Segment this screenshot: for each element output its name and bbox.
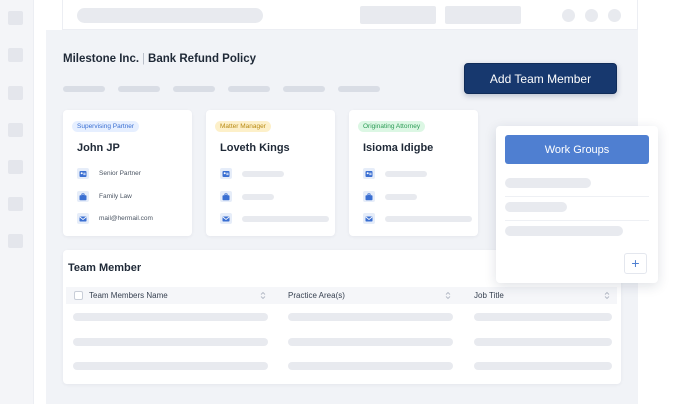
topbar-icon-2[interactable] bbox=[585, 9, 598, 22]
briefcase-icon bbox=[363, 191, 375, 202]
topbar-icon-3[interactable] bbox=[608, 9, 621, 22]
tab-placeholder-3[interactable] bbox=[173, 86, 215, 92]
person-email[interactable]: mail@hermail.com bbox=[99, 215, 153, 222]
placeholder-practice bbox=[385, 194, 417, 200]
column-header-job-title[interactable]: Job Title bbox=[474, 287, 504, 304]
contact-card-icon bbox=[77, 168, 89, 179]
column-header-practice[interactable]: Practice Area(s) bbox=[288, 287, 345, 304]
person-name: Loveth Kings bbox=[220, 142, 290, 154]
mail-icon bbox=[220, 213, 232, 224]
tab-placeholder-1[interactable] bbox=[63, 86, 105, 92]
tab-placeholder-4[interactable] bbox=[228, 86, 270, 92]
table-cell-placeholder bbox=[73, 313, 268, 321]
column-header-name[interactable]: Team Members Name bbox=[89, 287, 168, 304]
mail-icon bbox=[77, 213, 89, 224]
table-cell-placeholder bbox=[288, 313, 453, 321]
sidebar-item-1[interactable] bbox=[8, 11, 23, 25]
placeholder-title bbox=[385, 171, 427, 177]
person-title: Senior Partner bbox=[99, 170, 141, 177]
tab-placeholder-5[interactable] bbox=[283, 86, 325, 92]
sidebar-item-7[interactable] bbox=[8, 234, 23, 248]
plus-icon: + bbox=[631, 255, 640, 271]
sort-icon[interactable] bbox=[260, 291, 266, 300]
work-group-placeholder[interactable] bbox=[505, 226, 623, 236]
work-groups-panel: Work Groups + bbox=[496, 126, 658, 283]
table-header: Team Members Name Practice Area(s) Job T… bbox=[66, 287, 617, 304]
table-cell-placeholder bbox=[474, 313, 612, 321]
table-cell-placeholder bbox=[474, 362, 612, 370]
tab-placeholder-2[interactable] bbox=[118, 86, 160, 92]
placeholder-practice bbox=[242, 194, 274, 200]
sidebar-item-3[interactable] bbox=[8, 86, 23, 100]
sidebar-item-6[interactable] bbox=[8, 197, 23, 211]
person-name: John JP bbox=[77, 142, 120, 154]
work-group-placeholder[interactable] bbox=[505, 202, 567, 212]
table-cell-placeholder bbox=[474, 338, 612, 346]
placeholder-email bbox=[242, 216, 329, 222]
person-card-originating-attorney[interactable]: Originating Attorney Isioma Idigbe bbox=[349, 110, 478, 236]
topbar-button-2[interactable] bbox=[445, 6, 521, 24]
table-title: Team Member bbox=[68, 262, 142, 274]
title-separator: | bbox=[142, 53, 146, 65]
work-group-placeholder[interactable] bbox=[505, 178, 591, 188]
sort-icon[interactable] bbox=[445, 291, 451, 300]
briefcase-icon bbox=[220, 191, 232, 202]
topbar-button-1[interactable] bbox=[360, 6, 436, 24]
company-name: Milestone Inc. bbox=[63, 53, 140, 65]
add-team-member-button[interactable]: Add Team Member bbox=[464, 63, 617, 94]
app-page: Milestone Inc. | Bank Refund Policy Add Te… bbox=[0, 0, 680, 404]
work-groups-header[interactable]: Work Groups bbox=[505, 135, 649, 164]
table-cell-placeholder bbox=[73, 338, 268, 346]
person-name: Isioma Idigbe bbox=[363, 142, 434, 154]
add-work-group-button[interactable]: + bbox=[624, 253, 647, 274]
select-all-checkbox[interactable] bbox=[74, 291, 83, 300]
role-badge: Matter Manager bbox=[215, 121, 271, 132]
table-cell-placeholder bbox=[288, 338, 453, 346]
briefcase-icon bbox=[77, 191, 89, 202]
sidebar-rail bbox=[0, 0, 34, 404]
person-card-matter-manager[interactable]: Matter Manager Loveth Kings bbox=[206, 110, 335, 236]
search-input[interactable] bbox=[77, 8, 263, 23]
role-badge: Supervising Partner bbox=[72, 121, 140, 132]
role-badge: Originating Attorney bbox=[358, 121, 426, 132]
top-bar bbox=[62, 0, 638, 30]
policy-name: Bank Refund Policy bbox=[148, 53, 257, 65]
page-title: Milestone Inc. | Bank Refund Policy bbox=[63, 53, 256, 65]
sidebar-item-2[interactable] bbox=[8, 48, 23, 62]
sidebar-item-5[interactable] bbox=[8, 160, 23, 174]
tab-placeholder-6[interactable] bbox=[338, 86, 380, 92]
table-cell-placeholder bbox=[73, 362, 268, 370]
divider bbox=[505, 220, 649, 221]
placeholder-email bbox=[385, 216, 472, 222]
divider bbox=[505, 196, 649, 197]
table-cell-placeholder bbox=[288, 362, 453, 370]
person-practice: Family Law bbox=[99, 193, 132, 200]
person-card-supervising-partner[interactable]: Supervising Partner John JP Senior Partn… bbox=[63, 110, 192, 236]
placeholder-title bbox=[242, 171, 284, 177]
mail-icon bbox=[363, 213, 375, 224]
contact-card-icon bbox=[220, 168, 232, 179]
sort-icon[interactable] bbox=[604, 291, 610, 300]
topbar-icon-1[interactable] bbox=[562, 9, 575, 22]
sidebar-item-4[interactable] bbox=[8, 123, 23, 137]
contact-card-icon bbox=[363, 168, 375, 179]
